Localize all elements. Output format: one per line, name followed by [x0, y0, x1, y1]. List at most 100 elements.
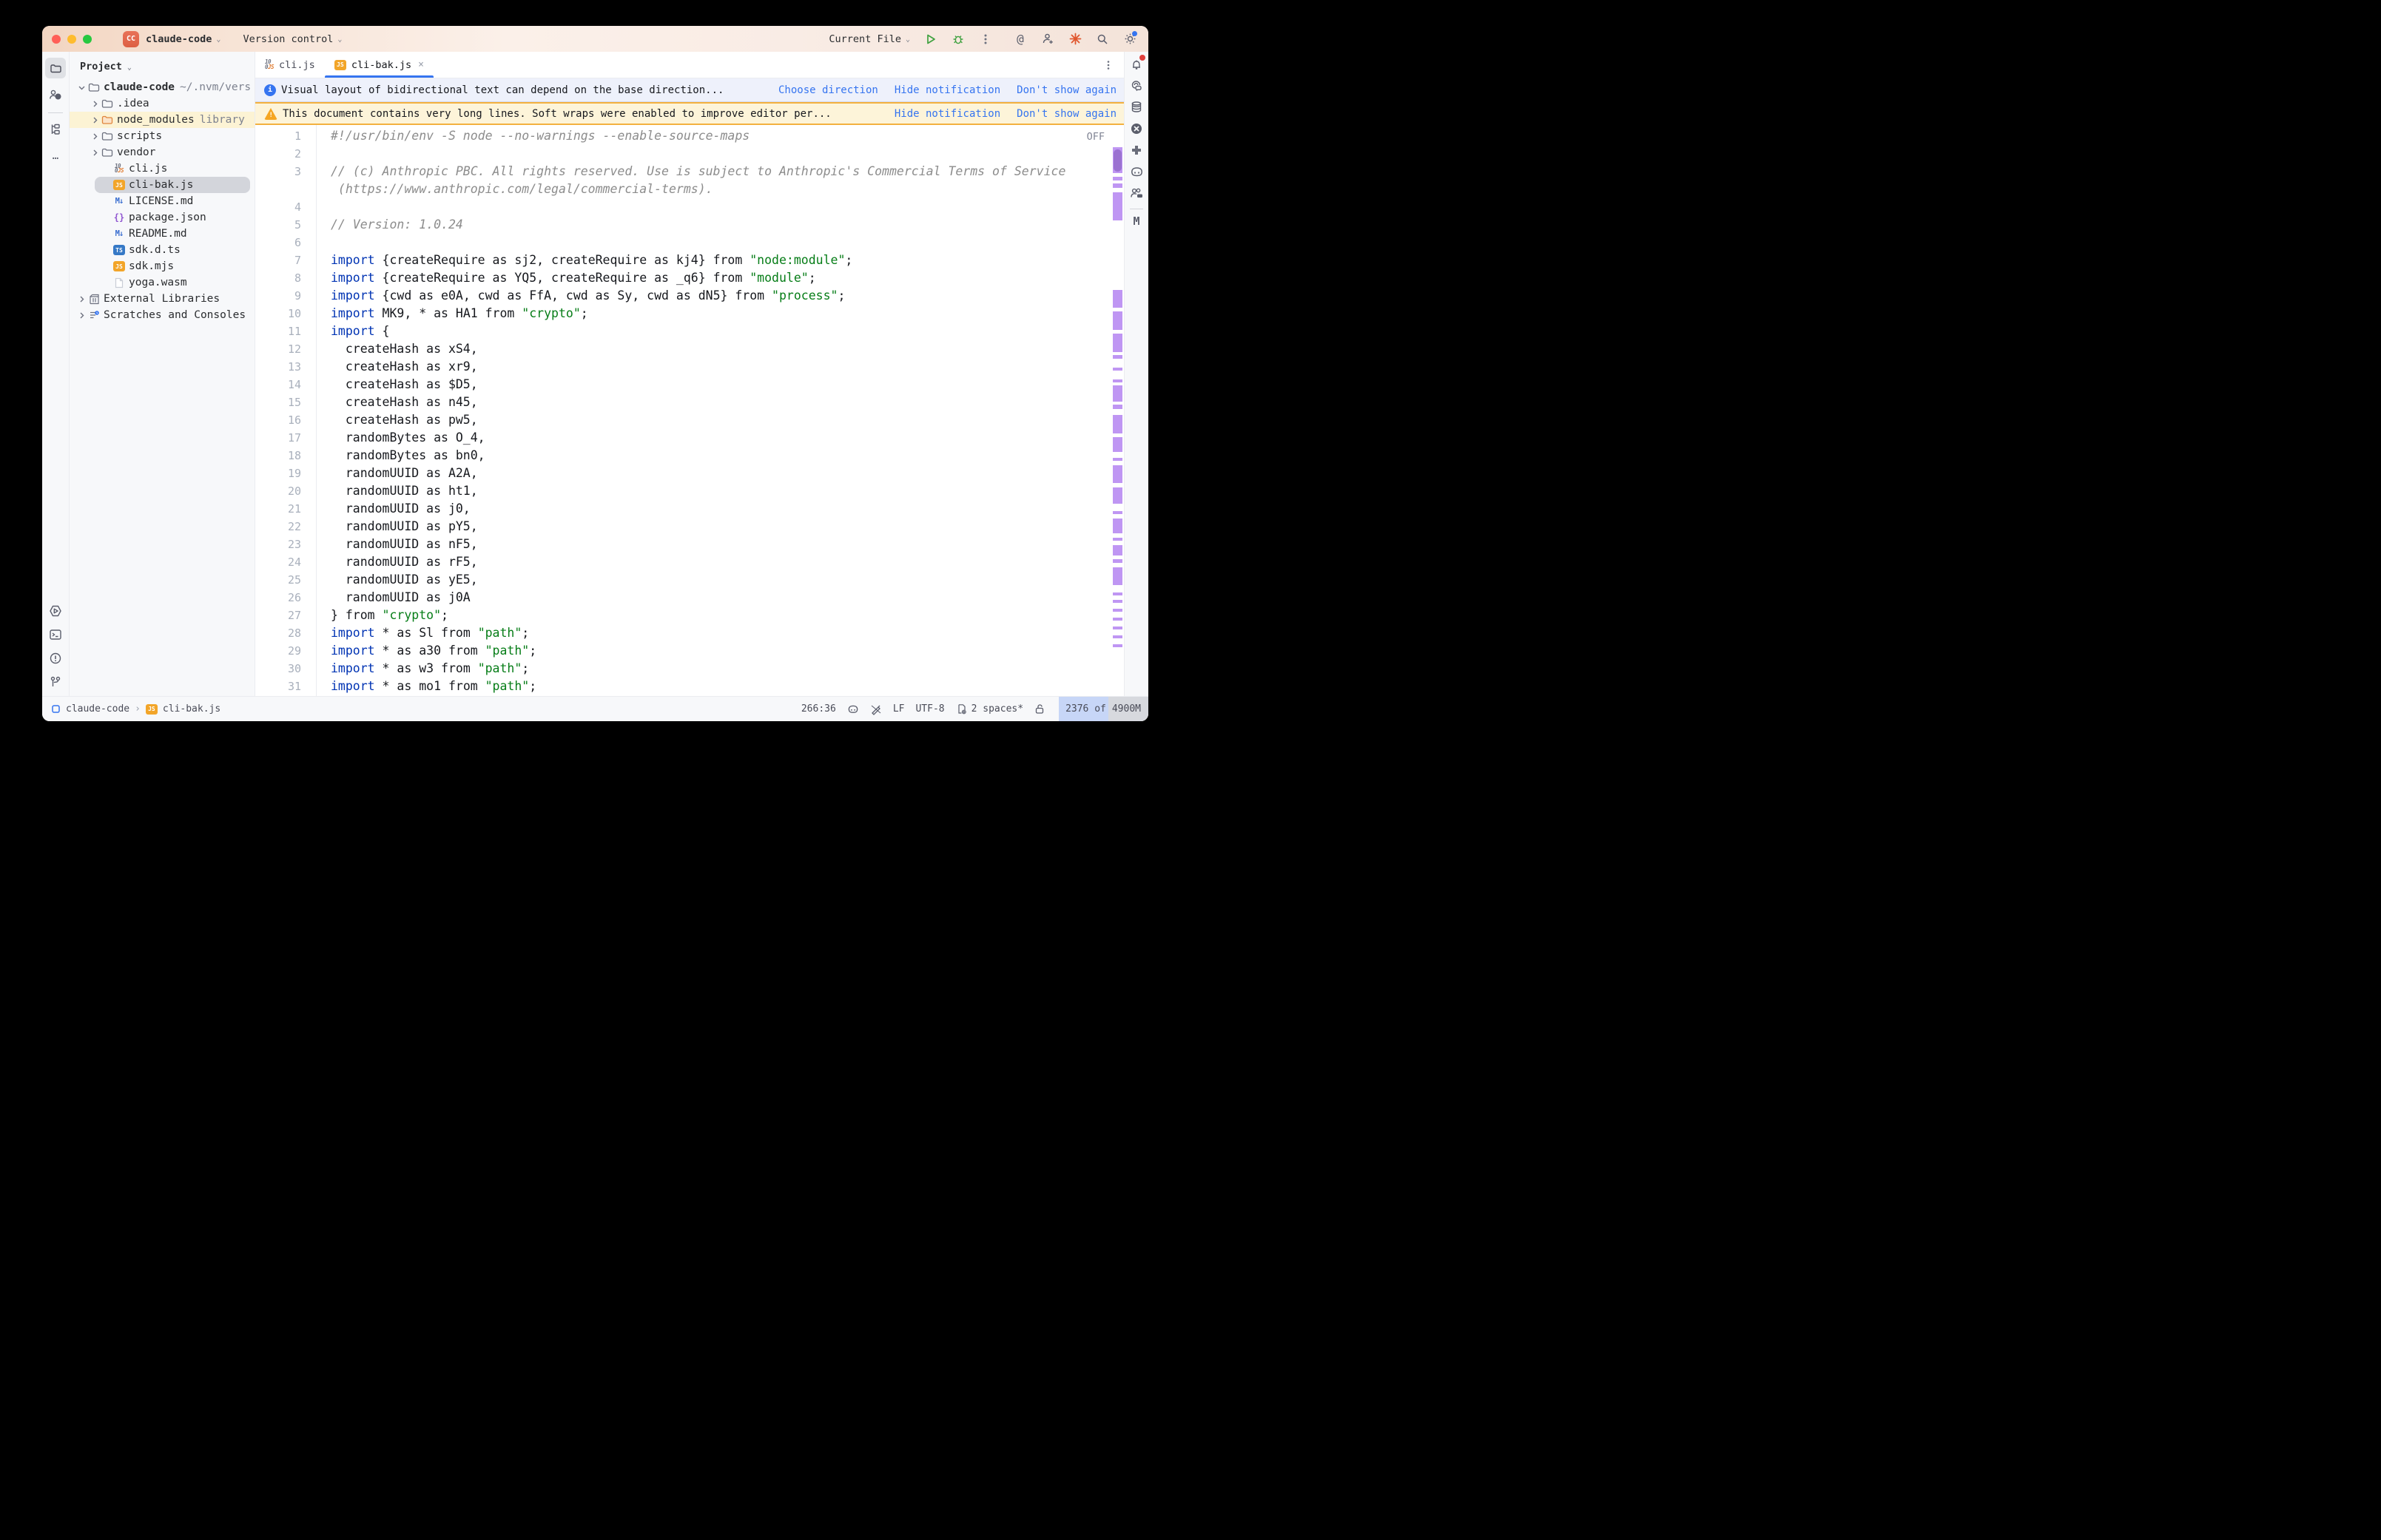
services-toolwindow-button[interactable] [45, 601, 66, 621]
chevron-right-icon[interactable] [90, 132, 100, 141]
code-line-11[interactable]: 11import { [255, 322, 1124, 340]
code-line-22[interactable]: 22 randomUUID as pY5, [255, 518, 1124, 536]
code-line-29[interactable]: 29import * as a30 from "path"; [255, 642, 1124, 660]
code-line-7[interactable]: 7import {createRequire as sj2, createReq… [255, 251, 1124, 269]
minimize-window-button[interactable] [67, 35, 76, 44]
tree-item-vendor[interactable]: vendor [70, 144, 255, 161]
code-line-10[interactable]: 10import MK9, * as HA1 from "crypto"; [255, 305, 1124, 322]
code-line-19[interactable]: 19 randomUUID as A2A, [255, 465, 1124, 482]
code-line-16[interactable]: 16 createHash as pw5, [255, 411, 1124, 429]
tab-options-kebab-icon[interactable] [1103, 60, 1114, 70]
code-line-24[interactable]: 24 randomUUID as rF5, [255, 553, 1124, 571]
tree-item-scratches-and-consoles[interactable]: Scratches and Consoles [70, 307, 255, 323]
problems-toolwindow-button[interactable] [45, 648, 66, 669]
settings-button[interactable] [1123, 33, 1136, 46]
chevron-right-icon[interactable] [77, 294, 87, 304]
chevron-right-icon[interactable] [90, 148, 100, 158]
copilot-chat-toolwindow-button[interactable] [1127, 183, 1146, 203]
tree-item-yoga-wasm[interactable]: yoga.wasm [70, 274, 255, 291]
code-line-28[interactable]: 28import * as Sl from "path"; [255, 624, 1124, 642]
ai-assistant-icon[interactable]: @ [1014, 33, 1027, 46]
close-window-button[interactable] [52, 35, 61, 44]
tree-item-claude-code[interactable]: claude-code~/.nvm/vers [70, 79, 255, 95]
highlighting-level-icon[interactable] [870, 703, 882, 715]
zoom-window-button[interactable] [83, 35, 92, 44]
breadcrumb-root[interactable]: claude-code [66, 703, 129, 715]
code-line-3-wrap[interactable]: (https://www.anthropic.com/legal/commerc… [255, 180, 1124, 198]
code-line-26[interactable]: 26 randomUUID as j0A [255, 589, 1124, 607]
code-line-1[interactable]: 1#!/usr/bin/env -S node --no-warnings --… [255, 127, 1124, 145]
code-with-me-button[interactable] [1041, 33, 1054, 46]
code-line-27[interactable]: 27} from "crypto"; [255, 607, 1124, 624]
code-line-4[interactable]: 4 [255, 198, 1124, 216]
hide-notification-link[interactable]: Hide notification [895, 84, 1000, 96]
tab-cli-bak-js[interactable]: JS cli-bak.js × [325, 52, 434, 78]
run-button[interactable] [924, 33, 937, 46]
code-line-23[interactable]: 23 randomUUID as nF5, [255, 536, 1124, 553]
chevron-down-icon[interactable] [77, 83, 87, 92]
code-line-20[interactable]: 20 randomUUID as ht1, [255, 482, 1124, 500]
chevron-right-icon[interactable] [90, 99, 100, 109]
project-toolwindow-button[interactable] [45, 58, 66, 78]
tree-item--idea[interactable]: .idea [70, 95, 255, 112]
tree-item-license-md[interactable]: M↓LICENSE.md [70, 193, 255, 209]
tree-item-readme-md[interactable]: M↓README.md [70, 226, 255, 242]
code-line-12[interactable]: 12 createHash as xS4, [255, 340, 1124, 358]
vcs-menu[interactable]: Version control ⌄ [243, 33, 342, 45]
code-line-31[interactable]: 31import * as mo1 from "path"; [255, 678, 1124, 695]
tree-item-cli-bak-js[interactable]: JScli-bak.js [70, 177, 255, 193]
code-line-15[interactable]: 15 createHash as n45, [255, 394, 1124, 411]
tree-item-sdk-mjs[interactable]: JSsdk.mjs [70, 258, 255, 274]
code-line-3[interactable]: 3// (c) Anthropic PBC. All rights reserv… [255, 163, 1124, 180]
terminal-toolwindow-button[interactable] [45, 624, 66, 645]
notifications-bell-button[interactable] [1127, 55, 1146, 74]
ai-assistant-toolwindow-button[interactable] [1127, 76, 1146, 95]
git-toolwindow-button[interactable] [45, 672, 66, 692]
code-line-25[interactable]: 25 randomUUID as yE5, [255, 571, 1124, 589]
indent-widget[interactable]: 2 spaces* [956, 703, 1023, 715]
choose-direction-link[interactable]: Choose direction [778, 84, 878, 96]
x-plugin-toolwindow-button[interactable] [1127, 119, 1146, 138]
breadcrumb-file[interactable]: cli-bak.js [163, 703, 220, 715]
code-line-17[interactable]: 17 randomBytes as O_4, [255, 429, 1124, 447]
tree-item-node-modules[interactable]: node_moduleslibrary [70, 112, 255, 128]
tab-cli-js[interactable]: 100JS cli.js [255, 52, 325, 78]
database-toolwindow-button[interactable] [1127, 98, 1146, 117]
plus-plugin-toolwindow-button[interactable] [1127, 141, 1146, 160]
debug-button[interactable] [952, 33, 965, 46]
maven-m-toolwindow-button[interactable]: M [1127, 212, 1146, 231]
more-toolwindows-button[interactable]: … [45, 146, 66, 166]
hide-notification-link[interactable]: Hide notification [895, 108, 1000, 120]
project-panel-header[interactable]: Project ⌄ [70, 52, 255, 72]
code-line-18[interactable]: 18 randomBytes as bn0, [255, 447, 1124, 465]
editor-scrollbar[interactable] [1113, 125, 1122, 697]
tree-item-external-libraries[interactable]: External Libraries [70, 291, 255, 307]
code-line-6[interactable]: 6 [255, 234, 1124, 251]
scrollbar-thumb[interactable] [1114, 149, 1122, 172]
close-tab-icon[interactable]: × [418, 59, 424, 70]
tree-item-sdk-d-ts[interactable]: TSsdk.d.ts [70, 242, 255, 258]
code-line-2[interactable]: 2 [255, 145, 1124, 163]
code-editor[interactable]: OFF 1#!/usr/bin/env -S node --no-warning… [255, 125, 1124, 697]
copilot-status-icon[interactable] [847, 703, 859, 715]
more-actions-button[interactable] [979, 33, 992, 46]
plugin-starburst-button[interactable] [1068, 33, 1082, 46]
code-line-30[interactable]: 30import * as w3 from "path"; [255, 660, 1124, 678]
code-line-8[interactable]: 8import {createRequire as YQ5, createReq… [255, 269, 1124, 287]
copilot-toolwindow-button[interactable] [1127, 162, 1146, 181]
pull-requests-toolwindow-button[interactable]: ? [45, 84, 66, 105]
code-line-13[interactable]: 13 createHash as xr9, [255, 358, 1124, 376]
dont-show-again-link[interactable]: Don't show again [1017, 108, 1117, 120]
structure-toolwindow-button[interactable] [45, 119, 66, 140]
code-line-14[interactable]: 14 createHash as $D5, [255, 376, 1124, 394]
tree-item-package-json[interactable]: {}package.json [70, 209, 255, 226]
memory-indicator[interactable]: 2376 of 4900M [1059, 697, 1148, 721]
dont-show-again-link[interactable]: Don't show again [1017, 84, 1117, 96]
code-line-9[interactable]: 9import {cwd as e0A, cwd as FfA, cwd as … [255, 287, 1124, 305]
tree-item-cli-js[interactable]: 100JScli.js [70, 161, 255, 177]
chevron-right-icon[interactable] [90, 115, 100, 125]
project-menu[interactable]: claude-code ⌄ [146, 33, 220, 45]
code-line-5[interactable]: 5// Version: 1.0.24 [255, 216, 1124, 234]
encoding-widget[interactable]: UTF-8 [915, 703, 944, 715]
caret-position[interactable]: 266:36 [801, 703, 836, 715]
